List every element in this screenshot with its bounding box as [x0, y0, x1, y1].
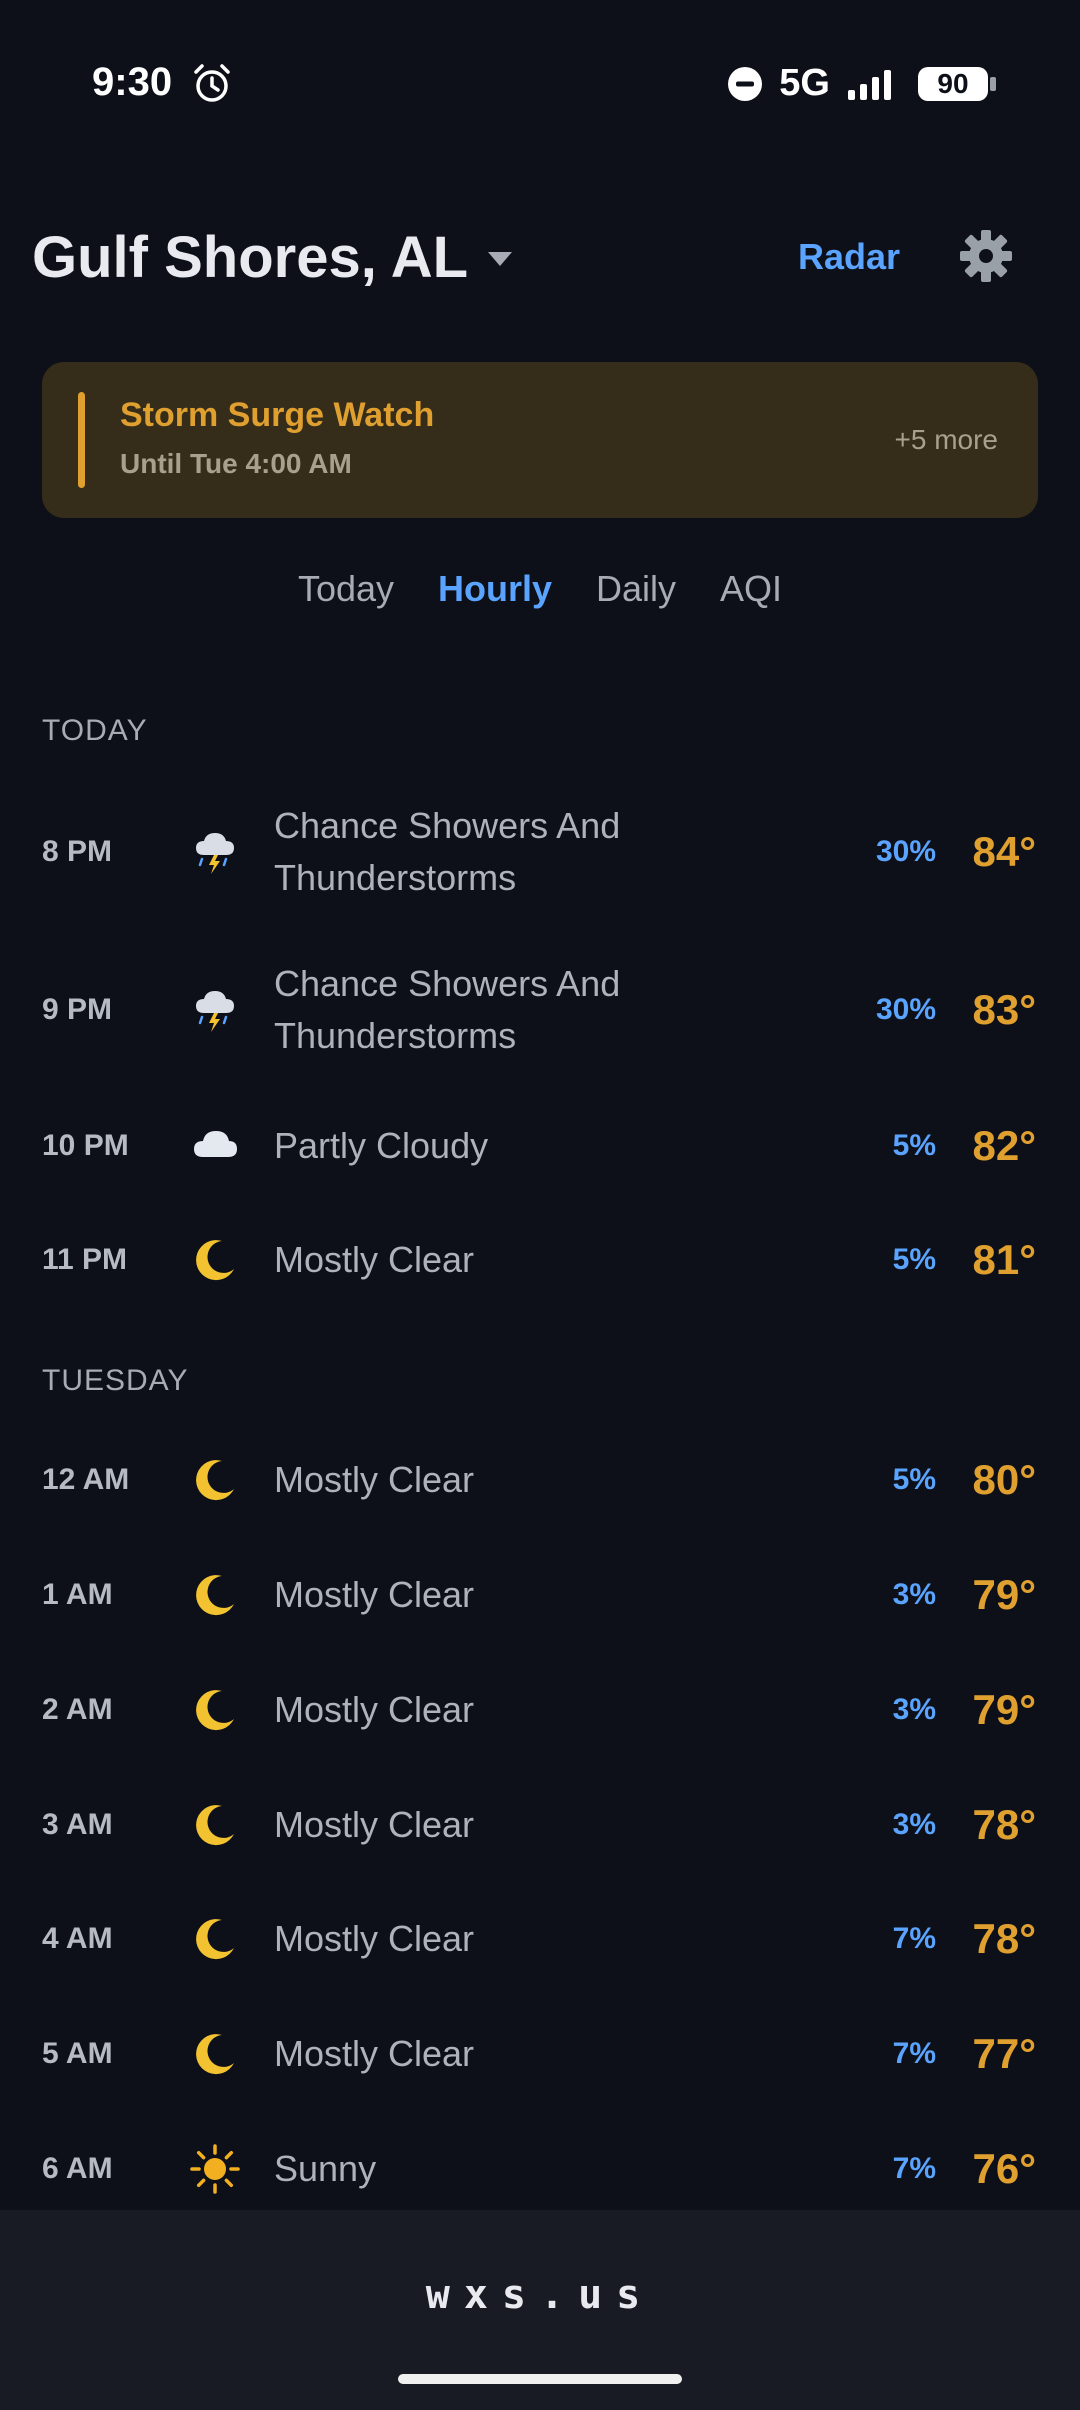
precip-chance: 3% [892, 1808, 936, 1841]
gear-icon[interactable] [958, 228, 1014, 284]
app-header: Gulf Shores, AL Radar [0, 200, 1080, 320]
hour-temperature: 78° [972, 1801, 1036, 1848]
hour-condition: Mostly Clear [274, 1574, 475, 1615]
network-type: 5G [779, 62, 830, 104]
hour-temperature: 78° [972, 1915, 1036, 1962]
do-not-disturb-icon [728, 66, 763, 101]
hour-time: 4 AM [42, 1922, 113, 1955]
status-bar: 9:30 5G 90 [0, 0, 1080, 170]
battery-icon: 90 [918, 66, 996, 101]
footer: wxs.us [0, 2210, 1080, 2410]
precip-chance: 3% [892, 1578, 936, 1611]
hour-time: 1 AM [42, 1578, 113, 1611]
hour-condition: Mostly Clear [274, 1689, 475, 1730]
hour-time: 8 PM [42, 835, 113, 868]
hour-time: 2 AM [42, 1693, 113, 1726]
tab-hourly[interactable]: Hourly [438, 568, 552, 610]
hour-temperature: 84° [972, 828, 1036, 875]
precip-chance: 5% [892, 1243, 936, 1276]
hour-time: 9 PM [42, 993, 113, 1026]
radar-button[interactable]: Radar [798, 236, 900, 278]
hour-temperature: 76° [972, 2145, 1036, 2192]
hour-condition: Sunny [274, 2148, 377, 2189]
tab-today[interactable]: Today [298, 568, 394, 610]
moon-icon [190, 1914, 240, 1964]
alarm-icon [194, 64, 230, 102]
hour-temperature: 80° [972, 1456, 1036, 1503]
precip-chance: 5% [892, 1463, 936, 1496]
tab-aqi[interactable]: AQI [720, 568, 782, 610]
hour-temperature: 79° [972, 1571, 1036, 1618]
hour-time: 10 PM [42, 1129, 129, 1162]
precip-chance: 3% [892, 1693, 936, 1726]
alert-subtitle: Until Tue 4:00 AM [120, 448, 352, 479]
status-time: 9:30 [92, 60, 173, 104]
hour-condition: Mostly Clear [274, 1804, 475, 1845]
signal-icon [848, 69, 891, 100]
moon-icon [190, 1455, 240, 1505]
location-name: Gulf Shores, AL [32, 225, 469, 290]
hour-temperature: 79° [972, 1686, 1036, 1733]
hour-condition: Mostly Clear [274, 2033, 475, 2074]
thunderstorm-icon [190, 827, 240, 877]
thunderstorm-icon [190, 985, 240, 1035]
precip-chance: 30% [875, 993, 936, 1026]
hour-condition: Chance Showers And Thunderstorms [274, 963, 621, 1056]
hour-time: 3 AM [42, 1808, 113, 1841]
hour-condition: Partly Cloudy [274, 1125, 489, 1166]
alert-title: Storm Surge Watch [120, 396, 435, 434]
hour-condition: Mostly Clear [274, 1918, 475, 1959]
section-header-today: TODAY [42, 714, 148, 747]
moon-icon [190, 1800, 240, 1850]
precip-chance: 5% [892, 1129, 936, 1162]
precip-chance: 7% [892, 1922, 936, 1955]
hour-condition: Mostly Clear [274, 1459, 475, 1500]
hour-condition: Mostly Clear [274, 1239, 475, 1280]
cloud-icon [190, 1121, 240, 1171]
chevron-down-icon [488, 251, 513, 266]
hour-time: 12 AM [42, 1463, 130, 1496]
tab-daily[interactable]: Daily [596, 568, 676, 610]
hour-temperature: 82° [972, 1122, 1036, 1169]
moon-icon [190, 1235, 240, 1285]
sun-icon [190, 2144, 240, 2194]
moon-icon [190, 1685, 240, 1735]
precip-chance: 7% [892, 2152, 936, 2185]
hour-time: 5 AM [42, 2037, 113, 2070]
alert-accent-bar [78, 392, 85, 488]
battery-level: 90 [937, 67, 969, 99]
status-indicators: 5G 90 [727, 62, 996, 105]
alert-more-link[interactable]: +5 more [895, 424, 999, 456]
hour-time: 11 PM [42, 1243, 128, 1276]
precip-chance: 7% [892, 2037, 936, 2070]
precip-chance: 30% [875, 835, 936, 868]
hour-temperature: 83° [972, 986, 1036, 1033]
hour-condition: Chance Showers And Thunderstorms [274, 805, 621, 898]
storm-alert-banner[interactable]: Storm Surge Watch Until Tue 4:00 AM +5 m… [42, 362, 1038, 518]
hour-time: 6 AM [42, 2152, 113, 2185]
section-header-tuesday: TUESDAY [42, 1364, 189, 1397]
view-tabs: Today Hourly Daily AQI [0, 568, 1080, 610]
moon-icon [190, 2029, 240, 2079]
footer-brand: wxs.us [425, 2272, 655, 2318]
hour-temperature: 81° [972, 1236, 1036, 1283]
hour-temperature: 77° [972, 2030, 1036, 2077]
moon-icon [190, 1570, 240, 1620]
location-selector[interactable]: Gulf Shores, AL [32, 224, 514, 291]
home-indicator[interactable] [398, 2374, 682, 2384]
